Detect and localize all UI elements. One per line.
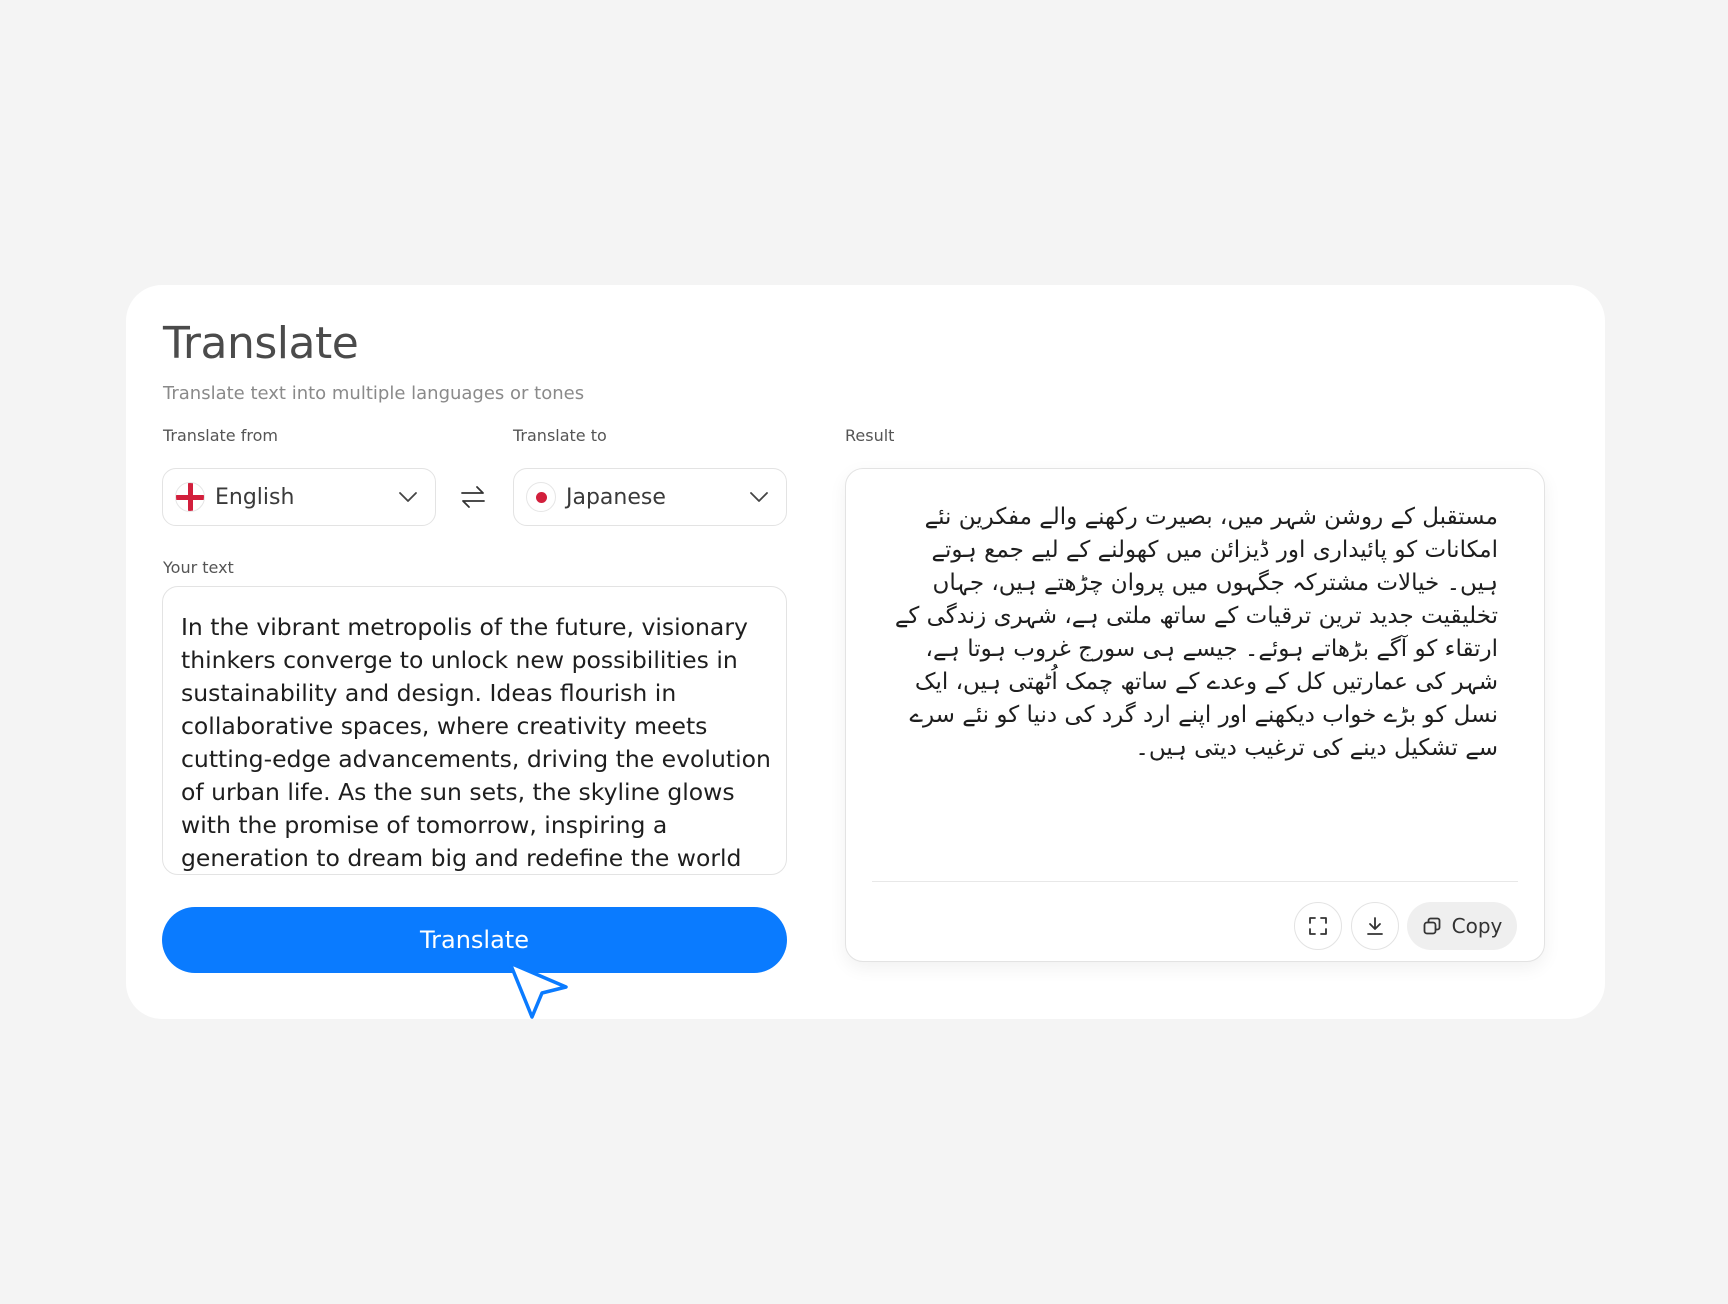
download-icon	[1367, 917, 1383, 935]
swap-languages-icon[interactable]	[457, 481, 489, 513]
fullscreen-icon	[1309, 917, 1327, 935]
translated-text: مستقبل کے روشن شہر میں، بصیرت رکھنے والے…	[894, 504, 1498, 761]
chevron-down-icon	[399, 492, 417, 502]
download-button[interactable]	[1351, 902, 1399, 950]
fullscreen-button[interactable]	[1294, 902, 1342, 950]
translate-from-label: Translate from	[163, 426, 278, 445]
mouse-pointer-icon	[508, 961, 568, 1019]
copy-icon	[1423, 917, 1441, 935]
copy-label: Copy	[1451, 914, 1503, 938]
japan-flag-icon	[526, 482, 556, 512]
translate-card: Translate Translate text into multiple l…	[126, 285, 1605, 1019]
result-label: Result	[845, 426, 895, 445]
source-language-value: English	[215, 484, 295, 510]
chevron-down-icon	[750, 492, 768, 502]
result-panel: مستقبل کے روشن شہر میں، بصیرت رکھنے والے…	[845, 468, 1545, 962]
translate-to-label: Translate to	[513, 426, 607, 445]
target-language-select[interactable]: Japanese	[513, 468, 787, 526]
source-language-select[interactable]: English	[162, 468, 436, 526]
divider	[872, 881, 1518, 882]
source-text-input[interactable]: In the vibrant metropolis of the future,…	[162, 586, 787, 875]
your-text-label: Your text	[163, 558, 234, 577]
copy-button[interactable]: Copy	[1407, 902, 1517, 950]
england-flag-icon	[175, 482, 205, 512]
target-language-value: Japanese	[566, 484, 666, 510]
page-title: Translate	[163, 318, 359, 369]
translate-button[interactable]: Translate	[162, 907, 787, 973]
page-subtitle: Translate text into multiple languages o…	[163, 383, 585, 404]
